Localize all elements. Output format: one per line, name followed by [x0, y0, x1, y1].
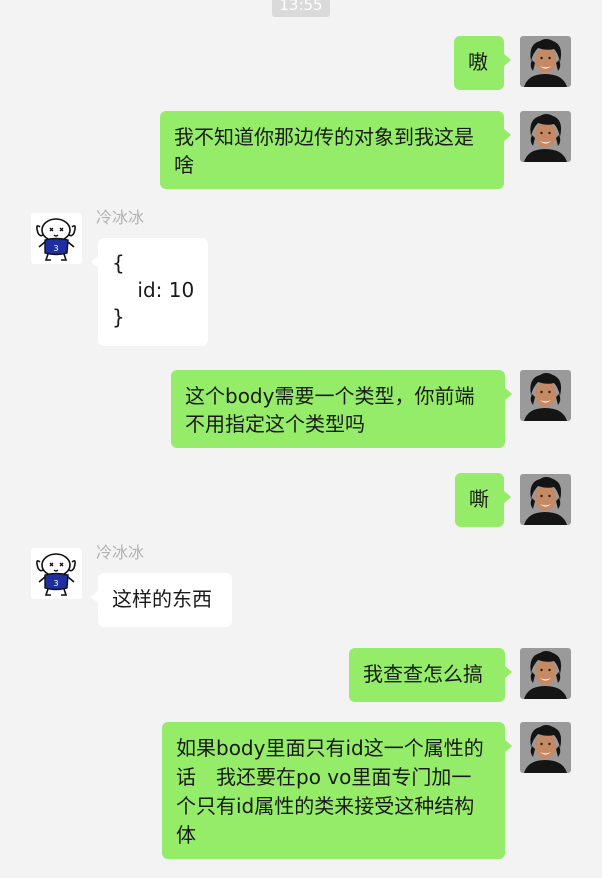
dog-cartoon-icon: 3	[31, 213, 82, 264]
sender-name: 冷冰冰	[96, 543, 145, 562]
message-bubble[interactable]: 嘶	[455, 473, 511, 527]
sender-name: 冷冰冰	[96, 208, 145, 227]
man-portrait-icon	[520, 474, 571, 525]
dog-cartoon-icon: 3	[31, 548, 82, 599]
my-avatar[interactable]	[520, 722, 571, 773]
message-bubble[interactable]: 我不知道你那边传的对象到我这是啥	[160, 111, 511, 189]
message-bubble[interactable]: 这个body需要一个类型，你前端不用指定这个类型吗	[171, 370, 512, 448]
message-bubble[interactable]: 我查查怎么搞	[349, 648, 512, 702]
message-text: 如果body里面只有id这一个属性的话 我还要在po vo里面专门加一个只有id…	[176, 736, 484, 847]
message-text-line: {	[112, 251, 125, 275]
my-avatar[interactable]	[520, 36, 571, 87]
man-portrait-icon	[520, 722, 571, 773]
my-avatar[interactable]	[520, 648, 571, 699]
message-bubble[interactable]: 这样的东西	[91, 573, 232, 627]
contact-avatar[interactable]: 3	[31, 548, 82, 599]
message-bubble[interactable]: 嗷	[454, 36, 511, 90]
svg-text:3: 3	[53, 579, 58, 588]
man-portrait-icon	[520, 36, 571, 87]
message-text: 嗷	[468, 50, 488, 74]
my-avatar[interactable]	[520, 474, 571, 525]
message-bubble[interactable]: { id: 10 }	[91, 238, 208, 346]
my-avatar[interactable]	[520, 370, 571, 421]
man-portrait-icon	[520, 370, 571, 421]
message-text: 嘶	[469, 487, 489, 511]
message-text: 我查查怎么搞	[363, 662, 483, 686]
contact-avatar[interactable]: 3	[31, 213, 82, 264]
message-text-line: id: 10	[112, 278, 195, 302]
man-portrait-icon	[520, 648, 571, 699]
message-bubble[interactable]: 如果body里面只有id这一个属性的话 我还要在po vo里面专门加一个只有id…	[162, 722, 512, 859]
message-text-line: }	[112, 305, 125, 329]
my-avatar[interactable]	[520, 111, 571, 162]
message-text: 这样的东西	[112, 587, 212, 611]
message-text: 我不知道你那边传的对象到我这是啥	[174, 125, 474, 177]
timestamp: 13:55	[272, 0, 330, 17]
svg-text:3: 3	[53, 244, 58, 253]
man-portrait-icon	[520, 111, 571, 162]
message-text: 这个body需要一个类型，你前端不用指定这个类型吗	[185, 384, 475, 436]
